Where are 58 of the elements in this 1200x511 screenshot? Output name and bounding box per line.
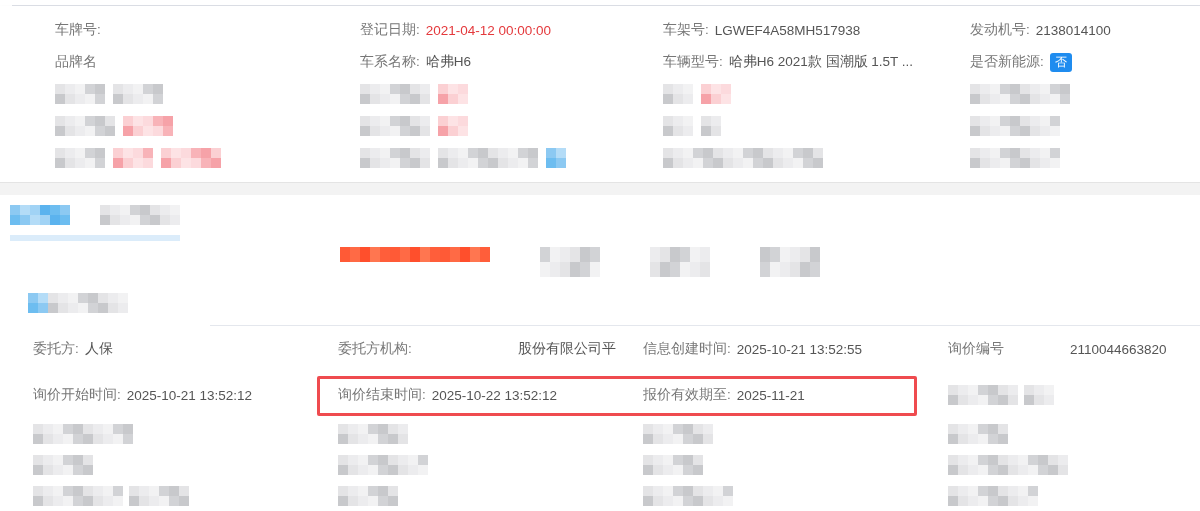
status-tag: 否	[1049, 52, 1072, 72]
field-value: 2025-10-21 13:52:12	[126, 387, 253, 403]
redacted-block	[643, 424, 713, 444]
redacted-block	[438, 116, 468, 136]
field-label: 询价开始时间:	[33, 386, 121, 404]
redacted-block	[663, 116, 693, 136]
field-value: 股份有限公司平	[517, 340, 616, 358]
field-label: 报价有效期至:	[643, 386, 731, 404]
field-label: 发动机号:	[970, 21, 1030, 39]
redacted-block	[360, 84, 430, 104]
field-value: 2021-04-12 00:00:00	[425, 22, 552, 38]
redacted-block	[123, 116, 173, 136]
redacted-block	[129, 486, 189, 506]
field-label: 委托方机构:	[338, 340, 412, 358]
field-value: 哈弗H6	[425, 53, 472, 71]
redacted-block	[1024, 385, 1054, 405]
redacted-block	[113, 148, 153, 168]
tab[interactable]	[760, 247, 820, 277]
field-label: 车系名称:	[360, 53, 420, 71]
field-value: 2138014100	[1035, 22, 1111, 38]
redacted-block	[948, 424, 1008, 444]
redacted-block	[113, 84, 163, 104]
redacted-block	[55, 116, 115, 136]
field-value: 人保	[84, 340, 113, 358]
field-value: LGWEF4A58MH517938	[714, 22, 861, 38]
redacted-block	[338, 486, 398, 506]
tab[interactable]	[540, 247, 600, 277]
redacted-block	[546, 148, 566, 168]
field-value: 2025-10-22 13:52:12	[431, 387, 558, 403]
redacted-block	[161, 148, 221, 168]
tab[interactable]	[650, 247, 710, 277]
field-value: 哈弗H6 2021款 国潮版 1.5T ...	[728, 53, 914, 71]
field-value: 2025-11-21	[736, 387, 805, 403]
redacted-block	[948, 385, 1018, 405]
redacted-block	[701, 84, 731, 104]
field-label: 询价结束时间:	[338, 386, 426, 404]
redacted-block	[33, 455, 93, 475]
field-value: 2110044663820	[1070, 341, 1167, 357]
redacted-block	[360, 116, 430, 136]
redacted-block	[338, 424, 408, 444]
redacted-block	[10, 205, 70, 225]
field-value: 2025-10-21 13:52:55	[736, 341, 863, 357]
field-label: 信息创建时间:	[643, 340, 731, 358]
field-label: 车辆型号:	[663, 53, 723, 71]
redacted-block	[438, 84, 468, 104]
redacted-block	[701, 116, 721, 136]
field-label: 车牌号:	[55, 21, 101, 39]
redacted-block	[55, 84, 105, 104]
redacted-block	[360, 148, 430, 168]
field-label: 询价编号	[948, 340, 1004, 358]
redacted-block	[663, 84, 693, 104]
field-label: 车架号:	[663, 21, 709, 39]
redacted-block	[643, 455, 703, 475]
field-label: 委托方:	[33, 340, 79, 358]
field-label: 登记日期:	[360, 21, 420, 39]
field-label: 是否新能源:	[970, 53, 1044, 71]
redacted-block	[55, 148, 105, 168]
field-label: 品牌名	[55, 53, 97, 71]
